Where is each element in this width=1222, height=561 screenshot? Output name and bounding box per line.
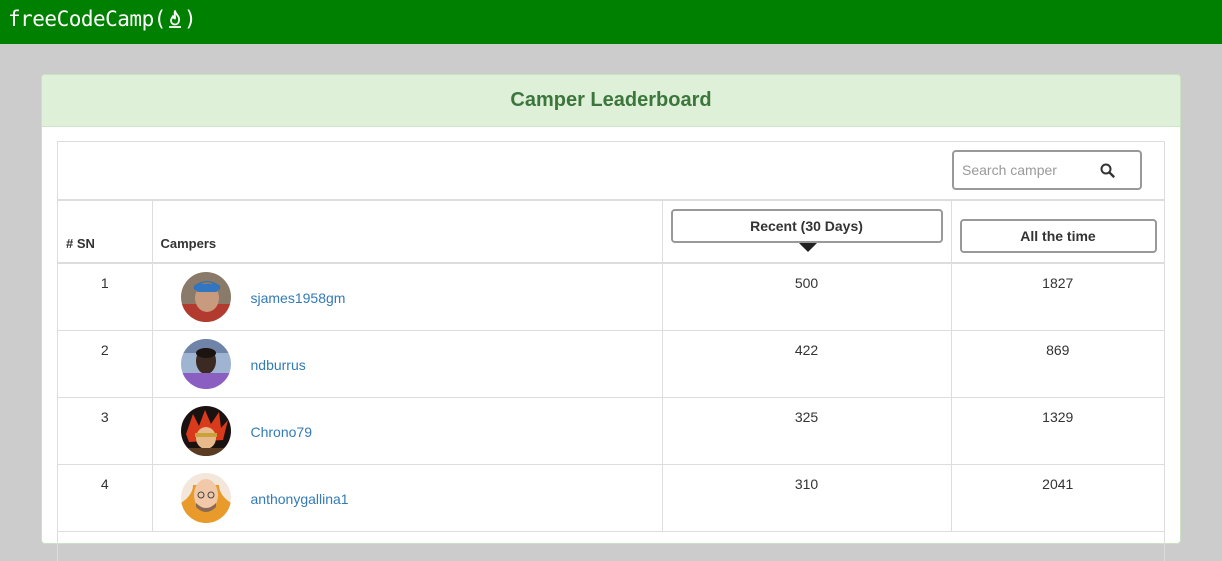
flame-icon	[168, 10, 181, 28]
avatar[interactable]	[180, 338, 231, 389]
row-alltime: 1827	[1042, 275, 1074, 291]
brand-logo[interactable]: freeCodeCamp( )	[8, 7, 197, 31]
camper-link[interactable]: sjames1958gm	[251, 290, 346, 306]
table-row: 3 Chrono79 325 1329	[58, 397, 1164, 464]
row-camper: Chrono79	[152, 397, 663, 464]
table-row: 1 sjames1958gm 500 1827	[58, 263, 1164, 330]
top-navbar: freeCodeCamp( )	[0, 0, 1222, 44]
sort-recent-button[interactable]: Recent (30 Days)	[670, 209, 943, 243]
table-header-row: # SN Campers Recent (30 Days) All the ti…	[58, 201, 1164, 263]
table-row: 2 ndburrus 422 869	[58, 330, 1164, 397]
camper-link[interactable]: ndburrus	[251, 357, 306, 373]
row-camper: ndburrus	[152, 330, 663, 397]
leaderboard-table-container: # SN Campers Recent (30 Days) All the ti…	[57, 141, 1165, 561]
row-alltime: 2041	[1042, 475, 1074, 492]
leaderboard-table: # SN Campers Recent (30 Days) All the ti…	[58, 201, 1164, 532]
row-recent: 310	[662, 464, 952, 531]
brand-close-paren: )	[183, 7, 197, 31]
search-box	[952, 150, 1142, 190]
page-title: Camper Leaderboard	[510, 89, 712, 111]
header-campers: Campers	[152, 201, 663, 263]
row-recent: 422	[662, 330, 952, 397]
row-recent: 325	[662, 397, 952, 464]
row-camper: sjames1958gm	[152, 263, 663, 330]
camper-link[interactable]: anthonygallina1	[251, 491, 349, 507]
search-input[interactable]	[962, 162, 1092, 178]
sort-alltime-button[interactable]: All the time	[959, 219, 1157, 253]
avatar[interactable]	[180, 472, 231, 523]
search-row	[58, 142, 1164, 201]
row-sn: 4	[58, 464, 153, 531]
caret-down-icon	[798, 243, 817, 252]
avatar[interactable]	[180, 272, 231, 322]
header-alltime: All the time	[951, 201, 1164, 263]
row-alltime: 869	[1046, 341, 1070, 358]
row-alltime: 1329	[1042, 408, 1074, 425]
table-row: 4 anthonygallina1 310 2041	[58, 464, 1164, 531]
brand-open-paren: (	[153, 7, 167, 31]
search-icon[interactable]	[1098, 161, 1116, 179]
panel-heading: Camper Leaderboard	[42, 75, 1180, 127]
header-recent: Recent (30 Days)	[662, 201, 952, 263]
row-camper: anthonygallina1	[152, 464, 663, 531]
brand-name: freeCodeCamp	[8, 7, 154, 31]
row-recent: 500	[662, 263, 952, 330]
avatar[interactable]	[180, 405, 231, 456]
camper-link[interactable]: Chrono79	[251, 424, 313, 440]
header-sn: # SN	[58, 201, 153, 263]
row-sn: 2	[58, 330, 153, 397]
row-sn: 1	[58, 263, 153, 330]
row-sn: 3	[58, 397, 153, 464]
